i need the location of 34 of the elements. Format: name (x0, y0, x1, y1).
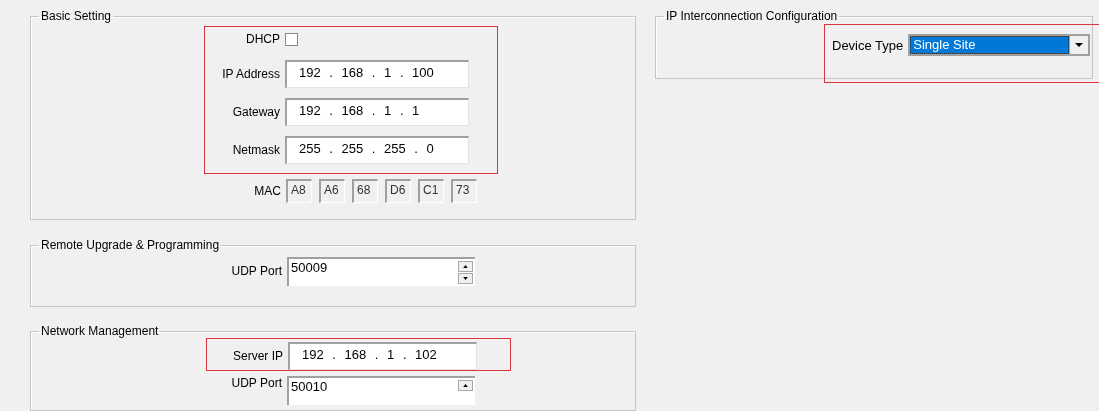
mac-octet-field[interactable]: 68 (352, 179, 378, 203)
mac-octet-field[interactable]: D6 (385, 179, 411, 203)
field-label: UDP Port (230, 376, 282, 391)
up-arrow-icon (463, 264, 468, 268)
spin-up-button[interactable] (458, 260, 473, 272)
mac-octet-field[interactable]: A8 (286, 179, 312, 203)
mac-octet-field[interactable]: 73 (451, 179, 477, 203)
dhcp-checkbox[interactable] (285, 32, 298, 46)
port-field[interactable]: 50010 (287, 376, 475, 406)
ip-address-field[interactable]: 192 . 168 . 1 . 1 (285, 98, 469, 126)
dropdown-arrow-icon (1075, 43, 1084, 47)
field-label: MAC (253, 184, 281, 198)
group-title: Basic Setting (40, 9, 113, 23)
spin-down-button[interactable] (458, 272, 473, 284)
spin-up-button[interactable] (458, 380, 473, 392)
group-title: IP Interconnection Configuration (665, 9, 839, 23)
field-label: IP Address (221, 67, 280, 81)
field-label: Netmask (231, 143, 280, 157)
ip-address-field[interactable]: 255 . 255 . 255 . 0 (285, 136, 469, 164)
mac-octet-field[interactable]: A6 (319, 179, 345, 203)
up-arrow-icon (463, 384, 468, 388)
ip-address-field[interactable]: 192 . 168 . 1 . 100 (285, 60, 469, 88)
down-arrow-icon (463, 276, 468, 280)
port-field[interactable]: 50009 (287, 256, 475, 286)
field-label: Server IP (232, 349, 283, 364)
group-title: Remote Upgrade & Programming (40, 238, 221, 253)
device-type-dropdown[interactable]: Single Site (908, 34, 1091, 56)
ip-address-field[interactable]: 192 . 168 . 1 . 102 (288, 342, 477, 371)
field-label: Device Type (832, 38, 904, 53)
field-label: UDP Port (230, 264, 282, 279)
field-label: Gateway (231, 105, 280, 119)
mac-octet-field[interactable]: C1 (418, 179, 444, 203)
field-label: DHCP (245, 32, 280, 46)
group-title: Network Management (40, 324, 160, 339)
